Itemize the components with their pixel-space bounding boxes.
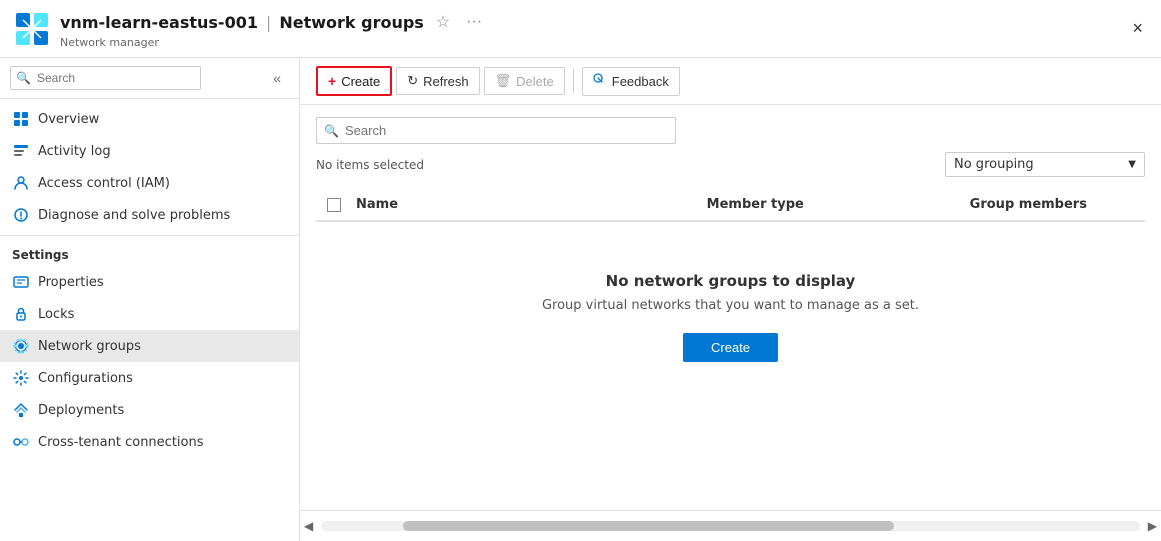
content-area: 🔍 No items selected No grouping ▼	[300, 105, 1161, 510]
sidebar-item-overview[interactable]: Overview	[0, 103, 299, 135]
empty-title: No network groups to display	[606, 272, 856, 290]
empty-create-button[interactable]: Create	[683, 333, 778, 362]
favorite-icon[interactable]: ☆	[432, 8, 454, 36]
delete-button[interactable]: 🗑 Delete	[484, 67, 565, 95]
create-label: Create	[341, 74, 380, 89]
settings-section-label: Settings	[0, 235, 299, 266]
sidebar-network-groups-label: Network groups	[38, 339, 141, 354]
deploy-icon	[12, 401, 30, 419]
config-icon	[12, 369, 30, 387]
sidebar-item-activity-log[interactable]: Activity log	[0, 135, 299, 167]
resource-type: Network groups	[279, 13, 423, 32]
sidebar-overview-label: Overview	[38, 112, 99, 127]
empty-subtitle: Group virtual networks that you want to …	[542, 298, 919, 313]
sidebar-item-deployments[interactable]: Deployments	[0, 394, 299, 426]
more-options-icon[interactable]: ···	[462, 9, 486, 35]
resource-subtitle: Network manager	[60, 36, 486, 49]
overview-icon	[12, 110, 30, 128]
sidebar-search-bar: 🔍 «	[0, 58, 299, 99]
sidebar-collapse-button[interactable]: «	[265, 66, 289, 90]
title-bar: vnm-learn-eastus-001 | Network groups ☆ …	[0, 0, 1161, 58]
content-search-input[interactable]	[316, 117, 676, 144]
sidebar: 🔍 « Overview Activity	[0, 58, 300, 541]
empty-state: No network groups to display Group virtu…	[316, 222, 1145, 412]
toolbar-divider	[573, 69, 574, 93]
scroll-left-button[interactable]: ◀	[300, 515, 317, 537]
sidebar-properties-label: Properties	[38, 275, 104, 290]
delete-icon: 🗑	[495, 73, 512, 89]
horizontal-scrollbar: ◀ ▶	[300, 510, 1161, 541]
sidebar-item-diagnose[interactable]: Diagnose and solve problems	[0, 199, 299, 231]
status-row: No items selected No grouping ▼	[316, 152, 1145, 177]
header-checkbox[interactable]	[327, 198, 341, 212]
locks-icon	[12, 305, 30, 323]
refresh-icon: ↻	[407, 73, 418, 89]
sidebar-item-locks[interactable]: Locks	[0, 298, 299, 330]
sidebar-iam-label: Access control (IAM)	[38, 176, 170, 191]
sidebar-item-cross-tenant[interactable]: Cross-tenant connections	[0, 426, 299, 458]
refresh-button[interactable]: ↻ Refresh	[396, 67, 479, 95]
create-button[interactable]: + Create	[316, 66, 392, 96]
feedback-icon	[593, 73, 607, 90]
network-groups-icon	[12, 337, 30, 355]
col-member-type: Member type	[707, 197, 970, 212]
sidebar-cross-tenant-label: Cross-tenant connections	[38, 435, 204, 450]
refresh-label: Refresh	[423, 74, 469, 89]
col-group-members: Group members	[970, 197, 1145, 212]
activity-log-icon	[12, 142, 30, 160]
chevron-down-icon: ▼	[1128, 159, 1136, 170]
feedback-label: Feedback	[612, 74, 669, 89]
toolbar: + Create ↻ Refresh 🗑 Delete Feedback	[300, 58, 1161, 105]
sidebar-diagnose-label: Diagnose and solve problems	[38, 208, 230, 223]
scroll-thumb	[403, 521, 894, 531]
no-items-text: No items selected	[316, 158, 424, 172]
resource-name: vnm-learn-eastus-001	[60, 13, 258, 32]
properties-icon	[12, 273, 30, 291]
table-header: Name Member type Group members	[316, 189, 1145, 222]
feedback-button[interactable]: Feedback	[582, 67, 680, 96]
grouping-dropdown[interactable]: No grouping ▼	[945, 152, 1145, 177]
sidebar-item-properties[interactable]: Properties	[0, 266, 299, 298]
main-content: + Create ↻ Refresh 🗑 Delete Feedback	[300, 58, 1161, 541]
sidebar-item-network-groups[interactable]: Network groups	[0, 330, 299, 362]
sidebar-item-configurations[interactable]: Configurations	[0, 362, 299, 394]
sidebar-search-input[interactable]	[10, 66, 201, 90]
scroll-right-button[interactable]: ▶	[1144, 515, 1161, 537]
sidebar-config-label: Configurations	[38, 371, 133, 386]
sidebar-deployments-label: Deployments	[38, 403, 124, 418]
scroll-track[interactable]	[321, 521, 1140, 531]
title-main: vnm-learn-eastus-001 | Network groups ☆ …	[60, 8, 486, 36]
sidebar-locks-label: Locks	[38, 307, 74, 322]
sidebar-nav: Overview Activity log Access control (IA…	[0, 99, 299, 541]
plus-icon: +	[328, 73, 336, 89]
diagnose-icon	[12, 206, 30, 224]
delete-label: Delete	[516, 74, 554, 89]
content-search: 🔍	[316, 117, 1145, 144]
app-icon	[14, 11, 50, 47]
col-name: Name	[352, 197, 707, 212]
search-icon: 🔍	[16, 71, 31, 85]
sidebar-activity-label: Activity log	[38, 144, 111, 159]
cross-tenant-icon	[12, 433, 30, 451]
content-search-icon: 🔍	[324, 124, 339, 138]
close-button[interactable]: ×	[1128, 14, 1147, 43]
grouping-label: No grouping	[954, 157, 1034, 172]
iam-icon	[12, 174, 30, 192]
title-separator: |	[266, 13, 271, 32]
header-checkbox-cell	[316, 198, 352, 212]
sidebar-item-access-control[interactable]: Access control (IAM)	[0, 167, 299, 199]
